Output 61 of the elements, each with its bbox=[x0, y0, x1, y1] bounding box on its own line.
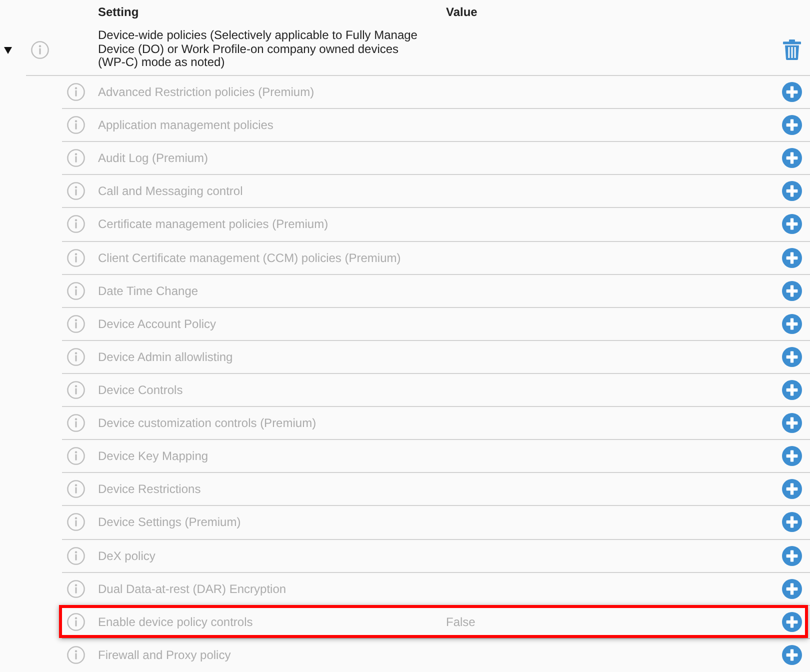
info-icon[interactable] bbox=[67, 580, 85, 598]
setting-label: Audit Log (Premium) bbox=[98, 151, 208, 166]
add-button[interactable] bbox=[782, 181, 802, 202]
setting-label: Device Controls bbox=[98, 383, 183, 398]
setting-label: Device Key Mapping bbox=[98, 449, 208, 464]
setting-label: Client Certificate management (CCM) policies (Premium) bbox=[98, 250, 401, 265]
add-button[interactable] bbox=[782, 413, 802, 434]
add-button[interactable] bbox=[782, 612, 802, 632]
info-icon[interactable] bbox=[67, 612, 85, 631]
setting-label: Firewall and Proxy policy bbox=[98, 648, 231, 662]
group-label: Device-wide policies (Selectively applicable to Fully Manage Device (DO) or Work Profile-on company owned devices (WP-C) mode as noted) bbox=[98, 28, 418, 70]
info-icon[interactable] bbox=[67, 480, 85, 498]
setting-label: Application management policies bbox=[98, 118, 274, 132]
info-icon[interactable] bbox=[67, 381, 85, 400]
add-button[interactable] bbox=[782, 380, 802, 400]
info-icon[interactable] bbox=[67, 513, 85, 532]
add-button[interactable] bbox=[782, 115, 802, 136]
info-icon[interactable] bbox=[67, 546, 85, 565]
add-button[interactable] bbox=[782, 645, 802, 666]
setting-label: Device Account Policy bbox=[98, 316, 216, 331]
column-header: Setting bbox=[98, 5, 139, 19]
add-button[interactable] bbox=[782, 280, 802, 301]
setting-label: Dual Data-at-rest (DAR) Encryption bbox=[98, 582, 286, 596]
setting-value: False bbox=[446, 614, 476, 629]
caret-icon[interactable] bbox=[4, 46, 12, 54]
setting-label: Certificate management policies (Premium) bbox=[98, 217, 328, 232]
add-button[interactable] bbox=[782, 248, 802, 268]
setting-label: Call and Messaging control bbox=[98, 184, 243, 198]
info-icon[interactable] bbox=[67, 182, 85, 200]
info-icon[interactable] bbox=[31, 40, 49, 58]
info-icon[interactable] bbox=[67, 248, 85, 267]
add-button[interactable] bbox=[782, 578, 802, 599]
info-icon[interactable] bbox=[67, 282, 85, 300]
add-button[interactable] bbox=[782, 546, 802, 566]
setting-label: Enable device policy controls bbox=[98, 614, 253, 629]
add-button[interactable] bbox=[782, 214, 802, 234]
info-icon[interactable] bbox=[67, 215, 85, 234]
setting-label: Advanced Restriction policies (Premium) bbox=[98, 85, 314, 100]
delete-button[interactable] bbox=[783, 39, 801, 60]
info-icon[interactable] bbox=[67, 83, 85, 102]
setting-label: Device Settings (Premium) bbox=[98, 515, 241, 530]
add-button[interactable] bbox=[782, 446, 802, 466]
info-icon[interactable] bbox=[67, 314, 85, 333]
info-icon[interactable] bbox=[67, 149, 85, 168]
add-button[interactable] bbox=[782, 479, 802, 500]
add-button[interactable] bbox=[782, 346, 802, 367]
setting-label: Date Time Change bbox=[98, 284, 198, 298]
setting-label: Device Admin allowlisting bbox=[98, 350, 233, 364]
add-button[interactable] bbox=[782, 314, 802, 334]
info-icon[interactable] bbox=[67, 348, 85, 366]
setting-label: Device Restrictions bbox=[98, 482, 201, 496]
add-button[interactable] bbox=[782, 82, 802, 102]
info-icon[interactable] bbox=[67, 646, 85, 664]
info-icon[interactable] bbox=[67, 116, 85, 134]
setting-label: DeX policy bbox=[98, 548, 156, 563]
column-header: Value bbox=[446, 5, 478, 19]
setting-label: Device customization controls (Premium) bbox=[98, 416, 316, 430]
info-icon[interactable] bbox=[67, 414, 85, 432]
add-button[interactable] bbox=[782, 512, 802, 532]
add-button[interactable] bbox=[782, 148, 802, 168]
info-icon[interactable] bbox=[67, 447, 85, 466]
